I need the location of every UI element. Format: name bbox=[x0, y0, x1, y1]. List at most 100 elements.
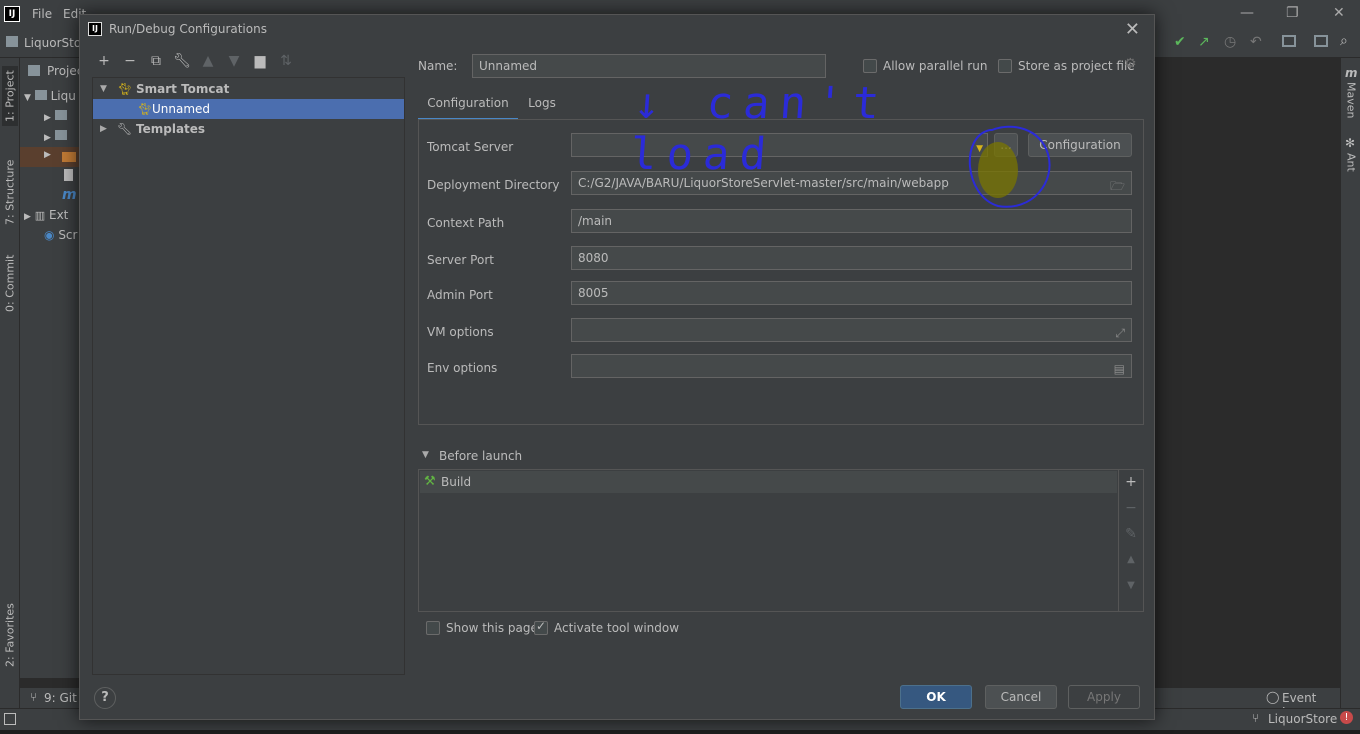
store-project-file-checkbox[interactable] bbox=[998, 59, 1012, 73]
project-panel-title[interactable]: Projec bbox=[47, 64, 83, 78]
chevron-down-icon[interactable]: ▼ bbox=[422, 450, 429, 460]
move-up-icon[interactable]: ▲ bbox=[198, 51, 218, 71]
run-anything-icon[interactable] bbox=[1314, 35, 1328, 47]
maven-pom-icon[interactable]: m bbox=[62, 187, 77, 203]
server-port-label: Server Port bbox=[427, 253, 494, 267]
search-everywhere-icon[interactable]: ⌕ bbox=[1340, 33, 1348, 49]
maven-icon: m bbox=[1345, 66, 1358, 80]
name-label: Name: bbox=[418, 59, 458, 73]
rollback-icon[interactable]: ↶ bbox=[1250, 34, 1262, 50]
show-this-page-checkbox[interactable] bbox=[426, 621, 440, 635]
tree-item-templates[interactable]: ▶ 🔧︎ Templates bbox=[93, 119, 404, 139]
tree-item-label: Templates bbox=[136, 122, 206, 136]
edit-icon[interactable]: ✎ bbox=[1123, 526, 1139, 542]
before-launch-panel: ⚒ Build + − ✎ ▲ ▼ bbox=[418, 469, 1144, 612]
tool-tab-git[interactable]: 9: Git bbox=[44, 691, 77, 705]
tool-tab-ant[interactable]: Ant bbox=[1343, 150, 1359, 174]
list-icon[interactable]: ▤ bbox=[1114, 358, 1125, 377]
activate-tool-window-checkbox[interactable] bbox=[534, 619, 548, 635]
project-tree-folder[interactable]: ▶ bbox=[44, 109, 67, 123]
tree-item-label: Smart Tomcat bbox=[136, 82, 230, 96]
dropdown-arrow-icon[interactable]: ▼ bbox=[976, 138, 983, 156]
copy-icon[interactable]: ⧉ bbox=[146, 51, 166, 71]
tool-tab-favorites[interactable]: 2: Favorites bbox=[2, 598, 18, 672]
error-icon[interactable]: ! bbox=[1340, 711, 1353, 724]
intellij-dialog-icon: IJ bbox=[88, 22, 102, 36]
allow-parallel-label[interactable]: Allow parallel run bbox=[883, 59, 987, 73]
server-port-field[interactable]: 8080 bbox=[571, 246, 1132, 270]
configuration-button[interactable]: Configuration bbox=[1028, 133, 1132, 157]
file-icon[interactable] bbox=[64, 169, 73, 184]
toggle-tool-windows-icon[interactable] bbox=[4, 713, 16, 725]
tab-configuration[interactable]: Configuration bbox=[418, 91, 518, 121]
activate-tool-window-label[interactable]: Activate tool window bbox=[554, 621, 679, 635]
gear-icon[interactable]: ⚙ bbox=[1124, 56, 1137, 72]
commit-icon[interactable]: ✔ bbox=[1174, 34, 1186, 50]
new-folder-icon[interactable]: ▆ bbox=[250, 51, 270, 71]
external-libraries[interactable]: ▶ ▥ Ext bbox=[24, 208, 68, 222]
git-branch-widget[interactable]: LiquorStore bbox=[1268, 712, 1337, 726]
context-path-field[interactable]: /main bbox=[571, 209, 1132, 233]
intellij-logo-icon: IJ bbox=[4, 6, 20, 22]
hammer-icon: ⚒ bbox=[424, 474, 436, 489]
apply-button[interactable]: Apply bbox=[1068, 685, 1140, 709]
push-icon[interactable]: ↗ bbox=[1198, 34, 1210, 50]
add-icon[interactable]: + bbox=[1123, 474, 1139, 490]
project-breadcrumb[interactable]: LiquorStor bbox=[24, 36, 86, 50]
restore-icon[interactable]: ❐ bbox=[1286, 5, 1299, 21]
tool-tab-project[interactable]: 1: Project bbox=[2, 66, 18, 126]
project-tree-root[interactable]: ▼ Liqu bbox=[24, 89, 76, 103]
move-down-icon[interactable]: ▼ bbox=[224, 51, 244, 71]
minimize-icon[interactable]: — bbox=[1240, 5, 1254, 21]
show-this-page-label[interactable]: Show this page bbox=[446, 621, 538, 635]
wrench-icon[interactable]: 🔧︎ bbox=[172, 51, 192, 71]
add-icon[interactable]: + bbox=[94, 51, 114, 71]
chevron-right-icon[interactable]: ▶ bbox=[100, 119, 110, 139]
menu-file[interactable]: File bbox=[32, 7, 52, 21]
configurations-tree: ▼ 🐈︎ Smart Tomcat 🐈︎ Unnamed ▶ 🔧︎ Templa… bbox=[92, 77, 405, 675]
project-panel: Projec ▼ Liqu ▶ ▶ ▶ m ▶ ▥ Ext ◉ Scr bbox=[20, 58, 83, 678]
help-button[interactable]: ? bbox=[94, 687, 116, 709]
deployment-directory-field[interactable]: C:/G2/JAVA/BARU/LiquorStoreServlet-maste… bbox=[571, 171, 1132, 195]
before-launch-item-build[interactable]: ⚒ Build bbox=[420, 471, 1117, 493]
name-field[interactable]: Unnamed bbox=[472, 54, 826, 78]
cancel-button[interactable]: Cancel bbox=[985, 685, 1057, 709]
tool-tab-commit[interactable]: 0: Commit bbox=[2, 248, 18, 318]
tab-logs[interactable]: Logs bbox=[520, 91, 564, 121]
remove-icon[interactable]: − bbox=[1123, 500, 1139, 516]
admin-port-field[interactable]: 8005 bbox=[571, 281, 1132, 305]
scratches[interactable]: ◉ Scr bbox=[44, 228, 77, 242]
move-up-icon[interactable]: ▲ bbox=[1123, 552, 1139, 568]
browse-button[interactable]: ... bbox=[994, 133, 1018, 157]
configuration-panel: Tomcat Server ▼ ... Configuration Deploy… bbox=[418, 119, 1144, 425]
before-launch-title: Before launch bbox=[439, 449, 523, 463]
expand-icon[interactable]: ⤢ bbox=[1115, 322, 1125, 341]
dialog-titlebar[interactable]: IJ Run/Debug Configurations ✕ bbox=[80, 15, 1154, 45]
env-options-field[interactable]: ▤ bbox=[571, 354, 1132, 378]
tool-tab-maven[interactable]: Maven bbox=[1343, 80, 1359, 120]
allow-parallel-checkbox[interactable] bbox=[863, 59, 877, 73]
sort-icon[interactable]: ⇅ bbox=[276, 51, 296, 71]
project-structure-icon[interactable] bbox=[1282, 35, 1296, 47]
ok-button[interactable]: OK bbox=[900, 685, 972, 709]
tool-tab-structure[interactable]: 7: Structure bbox=[2, 152, 18, 232]
deployment-directory-label: Deployment Directory bbox=[427, 178, 560, 192]
move-down-icon[interactable]: ▼ bbox=[1123, 578, 1139, 594]
tree-item-unnamed[interactable]: 🐈︎ Unnamed bbox=[93, 99, 404, 119]
tree-item-smart-tomcat[interactable]: ▼ 🐈︎ Smart Tomcat bbox=[93, 79, 404, 99]
store-project-file-label[interactable]: Store as project file bbox=[1018, 59, 1135, 73]
history-icon[interactable]: ◷ bbox=[1224, 34, 1236, 50]
project-tree-folder[interactable]: ▶ bbox=[44, 129, 67, 143]
tomcat-server-combo[interactable]: ▼ bbox=[571, 133, 988, 157]
chevron-down-icon[interactable]: ▼ bbox=[100, 79, 110, 99]
ant-icon: ✻ bbox=[1345, 136, 1356, 150]
vm-options-field[interactable]: ⤢ bbox=[571, 318, 1132, 342]
window-close-icon[interactable]: ✕ bbox=[1333, 5, 1345, 21]
admin-port-label: Admin Port bbox=[427, 288, 493, 302]
right-tool-stripe: m Maven ✻ Ant bbox=[1340, 58, 1360, 708]
project-tree-folder-highlighted[interactable]: ▶ bbox=[20, 147, 80, 167]
dialog-close-icon[interactable]: ✕ bbox=[1125, 19, 1140, 40]
folder-browse-icon[interactable]: 🗁 bbox=[1110, 175, 1125, 194]
remove-icon[interactable]: − bbox=[120, 51, 140, 71]
config-tabs: Configuration Logs bbox=[418, 91, 1144, 121]
